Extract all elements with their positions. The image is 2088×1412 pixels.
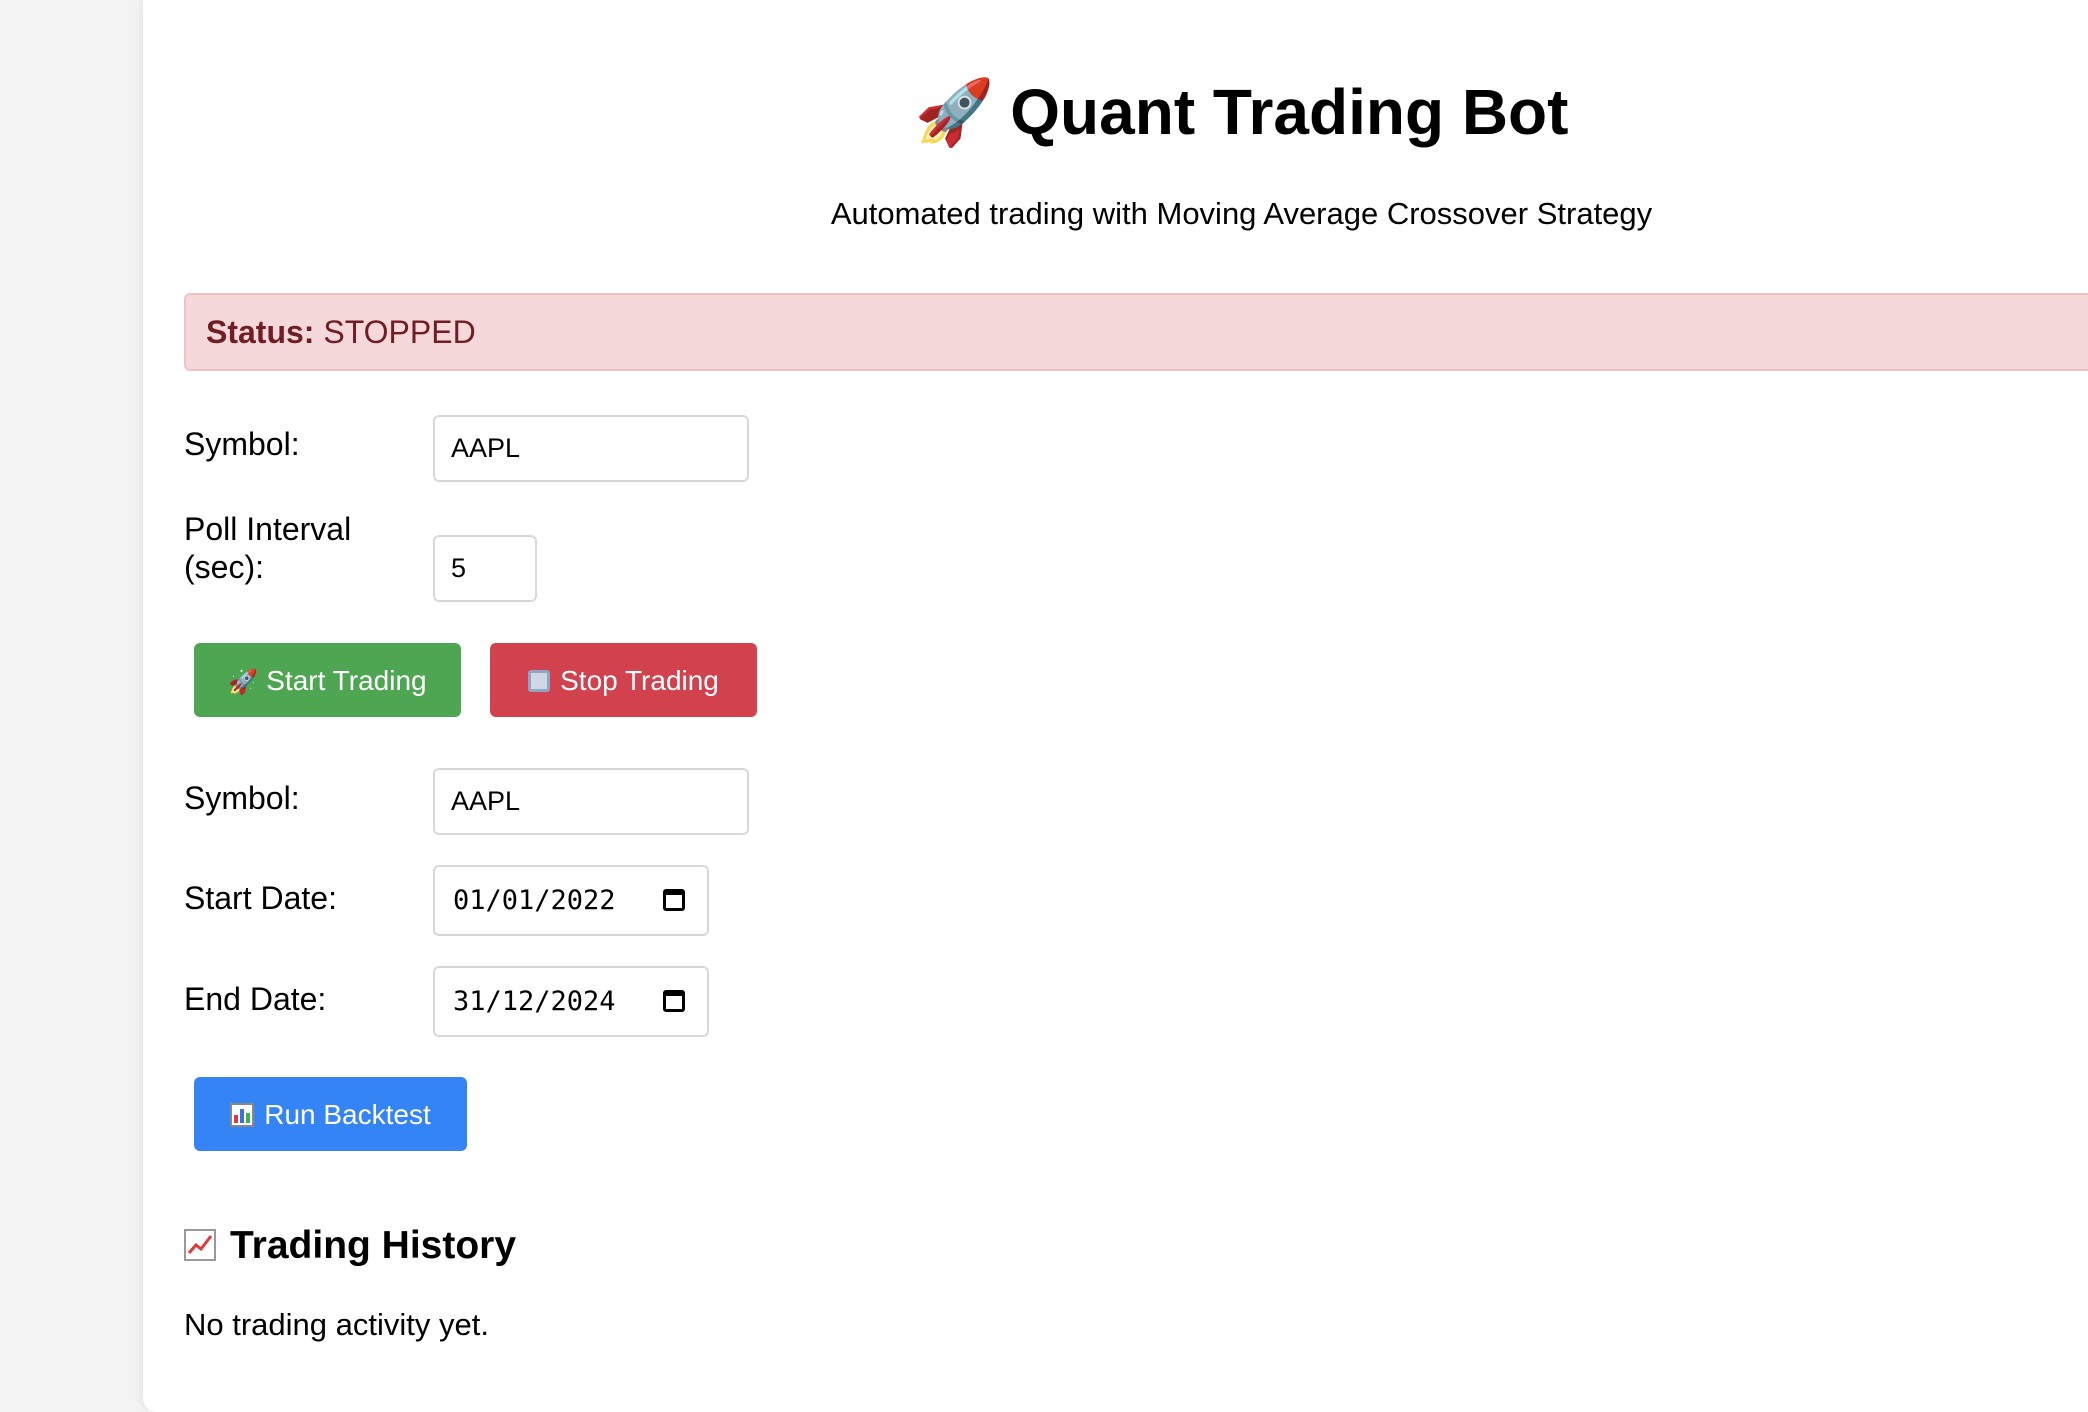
run-backtest-button[interactable]: Run Backtest (194, 1077, 467, 1151)
chart-increasing-icon (184, 1229, 216, 1261)
page-title: 🚀 Quant Trading Bot (0, 72, 2088, 152)
end-date-label: End Date: (184, 981, 327, 1017)
poll-interval-label-line2: (sec): (184, 549, 264, 585)
rocket-icon: 🚀 (914, 76, 995, 148)
bar-chart-icon (230, 1103, 255, 1127)
status-value: STOPPED (323, 314, 476, 350)
page-title-text: Quant Trading Bot (1010, 76, 1569, 148)
trading-history-title: Trading History (230, 1224, 517, 1267)
calendar-icon[interactable] (663, 889, 685, 911)
status-badge: Status: STOPPED (184, 293, 2088, 371)
poll-interval-label: Poll Interval (sec): (184, 510, 351, 586)
page-subtitle: Automated trading with Moving Average Cr… (830, 196, 1653, 231)
status-label: Status: (206, 314, 315, 350)
start-date-input[interactable]: 01/01/2022 (433, 865, 709, 936)
backtest-symbol-label: Symbol: (184, 780, 300, 816)
rocket-icon: 🚀 (228, 669, 259, 696)
calendar-icon[interactable] (663, 990, 685, 1012)
end-date-input[interactable]: 31/12/2024 (433, 966, 709, 1037)
trading-history-empty: No trading activity yet. (184, 1307, 489, 1342)
end-date-value: 31/12/2024 (453, 986, 616, 1017)
start-date-label: Start Date: (184, 880, 337, 916)
stop-icon (528, 670, 551, 692)
start-date-value: 01/01/2022 (453, 885, 616, 916)
symbol-input[interactable] (433, 415, 749, 482)
poll-interval-input[interactable] (433, 535, 537, 602)
poll-interval-label-line1: Poll Interval (184, 511, 352, 547)
stop-trading-label: Stop Trading (560, 665, 719, 696)
symbol-label: Symbol: (184, 426, 300, 462)
run-backtest-label: Run Backtest (264, 1099, 431, 1130)
stop-trading-button[interactable]: Stop Trading (490, 643, 757, 717)
trading-history-heading: Trading History (184, 1222, 516, 1270)
start-trading-button[interactable]: 🚀 Start Trading (194, 643, 461, 717)
backtest-symbol-input[interactable] (433, 768, 749, 835)
start-trading-label: Start Trading (266, 665, 427, 696)
